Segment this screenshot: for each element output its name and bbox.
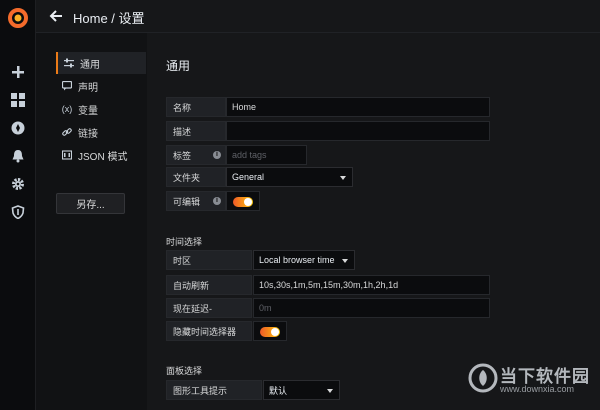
settings-nav-label: 通用: [80, 59, 100, 71]
watermark-logo-icon: [468, 363, 498, 393]
folder-select[interactable]: General: [226, 167, 353, 187]
top-navbar: Home / 设置: [36, 0, 600, 33]
back-arrow-icon[interactable]: [48, 8, 64, 24]
name-input[interactable]: Home: [226, 97, 490, 117]
timezone-select[interactable]: Local browser time: [253, 250, 355, 270]
tags-label: 标签 i: [166, 145, 226, 165]
info-icon[interactable]: i: [213, 197, 221, 205]
graph-tooltip-select[interactable]: 默认: [263, 380, 340, 400]
folder-label: 文件夹: [166, 167, 226, 187]
auto-refresh-input[interactable]: 10s,30s,1m,5m,15m,30m,1h,2h,1d: [253, 275, 490, 295]
save-as-button[interactable]: 另存...: [56, 193, 125, 214]
hide-time-picker-label: 隐藏时间选择器: [166, 321, 252, 341]
now-delay-label: 现在延迟-: [166, 298, 252, 318]
gear-icon[interactable]: [9, 175, 27, 193]
caret-down-icon: [342, 259, 348, 263]
editable-label-text: 可编辑: [173, 196, 201, 207]
sliders-icon: [64, 58, 74, 68]
shield-icon[interactable]: [9, 203, 27, 221]
folder-select-value: General: [232, 172, 265, 182]
settings-content: [147, 33, 600, 410]
toggle-on: [260, 327, 280, 337]
variable-icon: (x): [61, 104, 73, 114]
watermark: 当下软件园 www.downxia.com: [466, 358, 600, 410]
description-label: 描述: [166, 121, 226, 141]
now-delay-input[interactable]: 0m: [253, 298, 490, 318]
graph-tooltip-label: 图形工具提示: [166, 380, 262, 400]
bell-icon[interactable]: [9, 147, 27, 165]
settings-nav-label: 链接: [78, 128, 98, 140]
comment-icon: [62, 81, 72, 91]
watermark-url: www.downxia.com: [500, 384, 575, 394]
tags-input[interactable]: add tags: [226, 145, 307, 165]
timezone-label: 时区: [166, 250, 252, 270]
panel-section-title: 面板选择: [166, 366, 203, 376]
description-input[interactable]: [226, 121, 490, 141]
caret-down-icon: [340, 176, 346, 180]
settings-nav-label: 变量: [78, 105, 98, 117]
side-menu: [0, 0, 36, 410]
auto-refresh-label: 自动刷新: [166, 275, 252, 295]
json-icon: [62, 150, 72, 160]
graph-tooltip-select-value: 默认: [269, 385, 288, 396]
dashboards-icon[interactable]: [9, 91, 27, 109]
caret-down-icon: [327, 389, 333, 393]
plus-icon[interactable]: [9, 63, 27, 81]
grafana-logo-icon[interactable]: [6, 6, 30, 30]
name-label: 名称: [166, 97, 226, 117]
info-icon[interactable]: i: [213, 151, 221, 159]
settings-nav-label: JSON 模式: [78, 151, 128, 163]
editable-label: 可编辑 i: [166, 191, 226, 211]
toggle-knob: [244, 198, 252, 206]
breadcrumb: Home / 设置: [73, 11, 145, 26]
general-title: 通用: [166, 59, 191, 73]
link-icon: [62, 127, 72, 137]
toggle-on: [233, 197, 253, 207]
compass-icon[interactable]: [9, 119, 27, 137]
settings-nav-label: 声明: [78, 82, 98, 94]
tags-label-text: 标签: [173, 150, 192, 161]
time-section-title: 时间选择: [166, 237, 203, 247]
toggle-knob: [271, 328, 279, 336]
timezone-select-value: Local browser time: [259, 255, 335, 265]
settings-nav-general[interactable]: 通用: [56, 52, 146, 74]
hide-time-picker-switch[interactable]: [253, 321, 287, 341]
editable-switch[interactable]: [226, 191, 260, 211]
